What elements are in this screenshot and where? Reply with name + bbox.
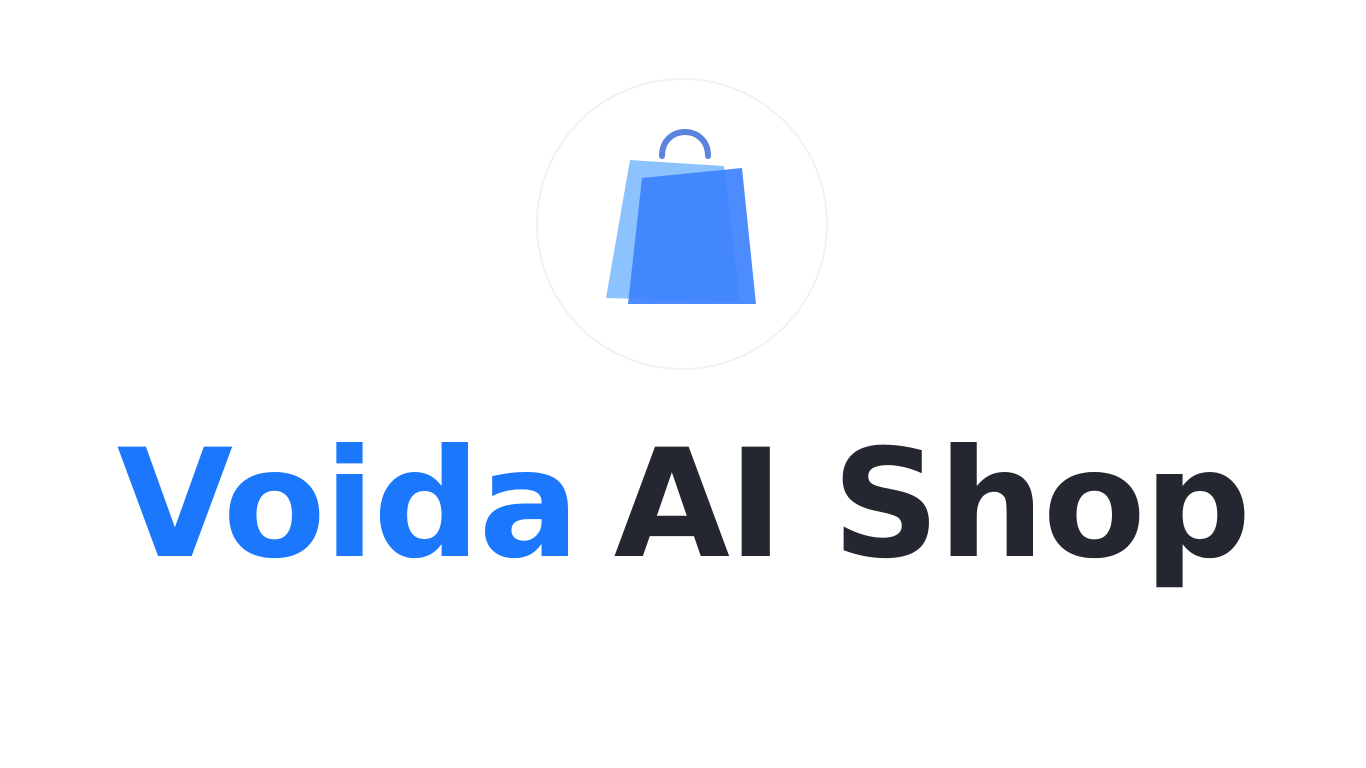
app-title: Voida AI Shop xyxy=(0,420,1366,590)
splash-screen: Voida AI Shop xyxy=(0,0,1366,768)
shopping-bag-icon xyxy=(606,129,756,304)
title-brand-word: Voida xyxy=(116,418,580,592)
logo-badge xyxy=(536,78,828,370)
title-product-words: AI Shop xyxy=(613,418,1251,592)
